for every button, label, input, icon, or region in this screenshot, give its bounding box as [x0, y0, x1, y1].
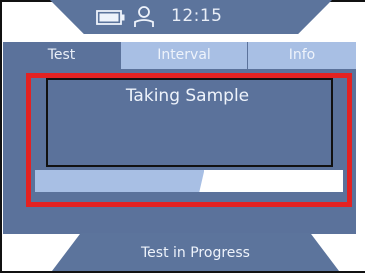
tab-interval[interactable]: Interval — [121, 42, 247, 69]
tab-bar: Test Interval Info — [3, 42, 356, 69]
footer-status-text: Test in Progress — [141, 245, 250, 261]
user-icon — [134, 6, 154, 27]
clock-time: 12:15 — [171, 6, 223, 26]
highlight-box — [26, 73, 352, 207]
battery-icon — [96, 10, 125, 25]
tab-info[interactable]: Info — [248, 42, 356, 69]
tab-test[interactable]: Test — [3, 42, 120, 69]
device-screen: 12:15 Test Interval Info Taking Sample T… — [0, 0, 367, 273]
